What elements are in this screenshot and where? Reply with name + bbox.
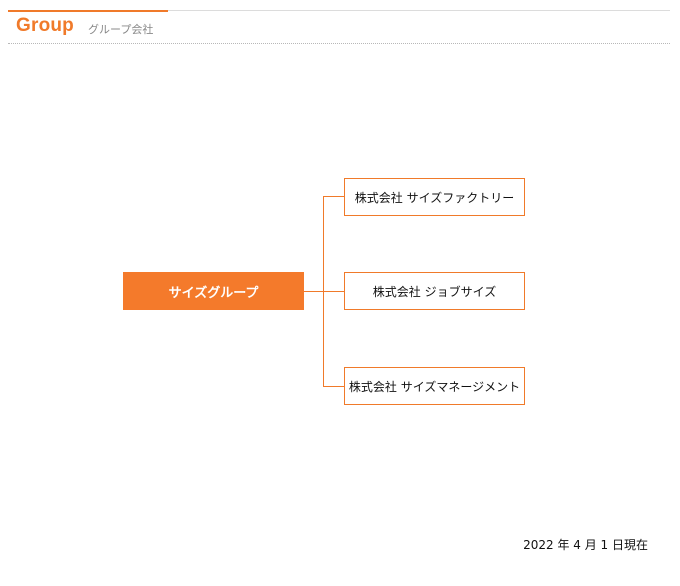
section-header: Group グループ会社 — [8, 10, 670, 44]
connector-child-1 — [323, 196, 344, 197]
as-of-date: 2022 年 4 月 1 日現在 — [523, 538, 648, 552]
connector-parent — [304, 291, 324, 292]
connector-child-2 — [323, 291, 344, 292]
connector-child-3 — [323, 386, 344, 387]
child-company-box-1: 株式会社 サイズファクトリー — [344, 178, 525, 216]
section-title: Group — [16, 15, 74, 36]
group-page: Group グループ会社 サイズグループ 株式会社 サイズファクトリー 株式会社… — [0, 0, 680, 586]
section-subtitle: グループ会社 — [88, 23, 154, 36]
header-accent-line — [8, 10, 168, 12]
child-company-box-3: 株式会社 サイズマネージメント — [344, 367, 525, 405]
child-company-box-2: 株式会社 ジョブサイズ — [344, 272, 525, 310]
parent-company-box: サイズグループ — [123, 272, 304, 310]
